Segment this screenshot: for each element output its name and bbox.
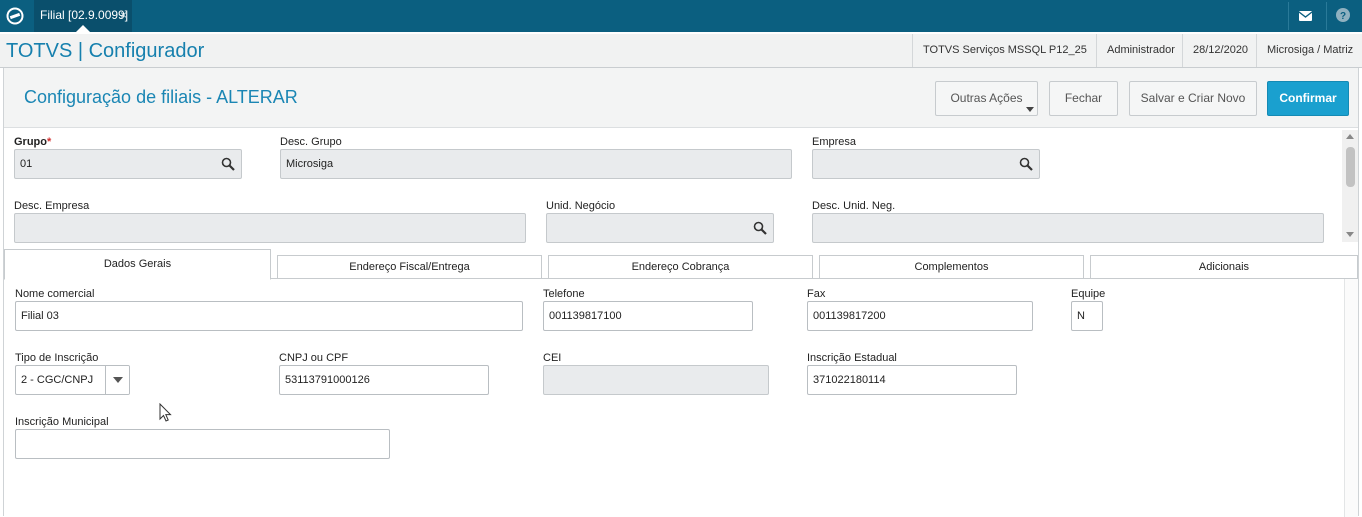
app-header: TOTVS | Configurador TOTVS Serviços MSSQ… — [0, 34, 1362, 68]
desc-grupo-field[interactable]: Microsiga — [280, 149, 792, 179]
scroll-up-icon[interactable] — [1346, 134, 1354, 139]
desc-unid-neg-field[interactable] — [812, 213, 1324, 243]
desc-grupo-label: Desc. Grupo — [280, 136, 342, 148]
cnpj-cpf-input[interactable]: 53113791000126 — [279, 365, 489, 395]
unid-negocio-label: Unid. Negócio — [546, 200, 616, 212]
help-icon[interactable]: ? — [1327, 0, 1359, 32]
tab-endereco-fiscal-entrega[interactable]: Endereço Fiscal/Entrega — [277, 255, 542, 279]
cei-label: CEI — [543, 352, 562, 364]
mouse-cursor-icon — [159, 403, 172, 422]
tab-endereco-cobranca[interactable]: Endereço Cobrança — [548, 255, 813, 279]
fax-input[interactable]: 001139817200 — [807, 301, 1033, 331]
user-info: Administrador — [1096, 34, 1182, 67]
search-icon[interactable] — [1019, 157, 1033, 171]
tipo-inscricao-select[interactable]: 2 - CGC/CNPJ — [15, 365, 130, 395]
chevron-down-icon[interactable] — [105, 366, 129, 394]
desc-unid-neg-label: Desc. Unid. Neg. — [812, 200, 896, 212]
totvs-logo-icon[interactable] — [6, 7, 24, 25]
form-page: Configuração de filiais - ALTERAR Outras… — [3, 68, 1359, 517]
mail-icon[interactable] — [1289, 0, 1321, 32]
close-tab-icon[interactable]: × — [120, 0, 127, 30]
open-tab-filial[interactable]: Filial [02.9.0099] × — [34, 0, 132, 32]
inscricao-estadual-value: 371022180114 — [813, 374, 886, 386]
unid-negocio-field[interactable] — [546, 213, 774, 243]
active-tab-caret — [76, 25, 90, 32]
grupo-field[interactable]: 01 — [14, 149, 242, 179]
fax-value: 001139817200 — [813, 310, 886, 322]
environment-info: TOTVS Serviços MSSQL P12_25 — [912, 34, 1096, 67]
desc-empresa-label: Desc. Empresa — [14, 200, 90, 212]
telefone-input[interactable]: 001139817100 — [543, 301, 753, 331]
nome-comercial-value: Filial 03 — [21, 310, 59, 322]
open-tab-label: Filial [02.9.0099] — [40, 8, 129, 22]
header-scrollbar[interactable] — [1342, 130, 1358, 242]
cnpj-cpf-value: 53113791000126 — [285, 374, 370, 386]
fax-label: Fax — [807, 288, 826, 300]
other-actions-button[interactable]: Outras Ações — [935, 81, 1038, 116]
svg-text:?: ? — [1340, 11, 1346, 22]
empresa-field[interactable] — [812, 149, 1040, 179]
inscricao-estadual-label: Inscrição Estadual — [807, 352, 897, 364]
desc-grupo-value: Microsiga — [286, 158, 334, 170]
tab-adicionais[interactable]: Adicionais — [1090, 255, 1358, 279]
nome-comercial-label: Nome comercial — [15, 288, 95, 300]
equipe-input[interactable]: N — [1071, 301, 1103, 331]
panel-scrollbar[interactable] — [1344, 279, 1358, 517]
scroll-thumb[interactable] — [1346, 147, 1355, 187]
tab-dados-gerais[interactable]: Dados Gerais — [4, 249, 271, 280]
close-button[interactable]: Fechar — [1049, 81, 1118, 116]
inscricao-estadual-input[interactable]: 371022180114 — [807, 365, 1017, 395]
chevron-down-icon — [1026, 107, 1034, 112]
other-actions-label: Outras Ações — [950, 91, 1023, 105]
page-title-bar: Configuração de filiais - ALTERAR Outras… — [4, 68, 1358, 128]
nome-comercial-input[interactable]: Filial 03 — [15, 301, 523, 331]
page-title: Configuração de filiais - ALTERAR — [24, 87, 298, 107]
equipe-label: Equipe — [1071, 288, 1106, 300]
tipo-inscricao-label: Tipo de Inscrição — [15, 352, 99, 364]
branch-info: Microsiga / Matriz — [1256, 34, 1362, 67]
save-and-new-button[interactable]: Salvar e Criar Novo — [1129, 81, 1257, 116]
tipo-inscricao-value: 2 - CGC/CNPJ — [21, 374, 94, 386]
equipe-value: N — [1077, 310, 1085, 322]
telefone-label: Telefone — [543, 288, 585, 300]
inscricao-municipal-label: Inscrição Municipal — [15, 416, 109, 428]
confirm-button[interactable]: Confirmar — [1267, 81, 1349, 116]
search-icon[interactable] — [221, 157, 235, 171]
grupo-value: 01 — [20, 158, 33, 170]
search-icon[interactable] — [753, 221, 767, 235]
top-bar: Filial [02.9.0099] × ? — [0, 0, 1362, 32]
empresa-label: Empresa — [812, 136, 857, 148]
desc-empresa-field[interactable] — [14, 213, 526, 243]
date-info: 28/12/2020 — [1182, 34, 1256, 67]
tab-panel-dados-gerais: Nome comercial Filial 03 Telefone 001139… — [4, 278, 1358, 517]
required-marker: * — [47, 136, 52, 148]
grupo-label: Grupo* — [14, 136, 52, 148]
telefone-value: 001139817100 — [549, 310, 622, 322]
scroll-down-icon[interactable] — [1346, 232, 1354, 237]
cnpj-cpf-label: CNPJ ou CPF — [279, 352, 349, 364]
app-title: TOTVS | Configurador — [6, 40, 205, 62]
cei-input[interactable] — [543, 365, 769, 395]
tab-complementos[interactable]: Complementos — [819, 255, 1084, 279]
inscricao-municipal-input[interactable] — [15, 429, 390, 459]
